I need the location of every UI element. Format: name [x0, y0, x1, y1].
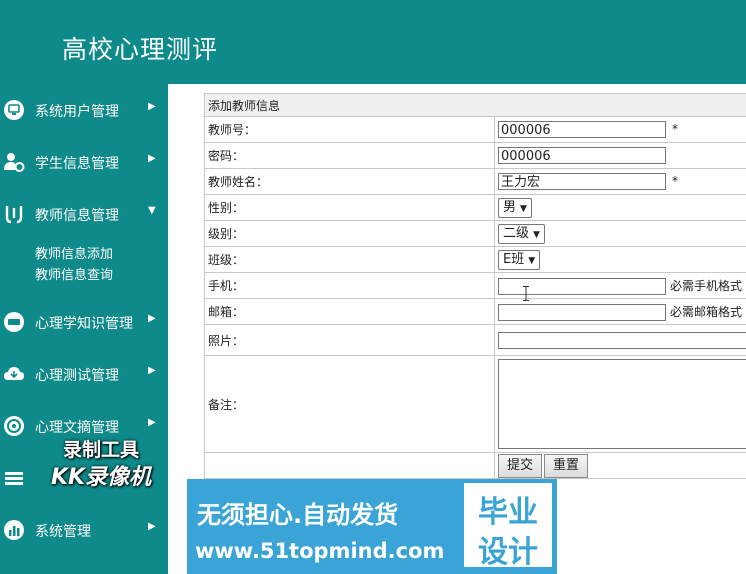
teacher-no-label: 教师号：	[204, 116, 495, 143]
email-input[interactable]	[498, 303, 666, 321]
recorder-line1: 录制工具	[62, 439, 139, 461]
recorder-line2: KK录像机	[50, 465, 152, 490]
required-mark: *	[672, 174, 678, 188]
banner-line1: 无须担心.自动发货	[197, 501, 399, 529]
banner-line2: www.51topmind.com	[195, 539, 445, 563]
chevron-right-icon: ▶	[148, 521, 156, 532]
layers-icon	[5, 472, 23, 485]
class-label: 班级：	[204, 246, 495, 273]
class-value: E班	[503, 251, 525, 267]
sidebar-item-label: 心理文摘管理	[35, 420, 119, 436]
form-caption: 添加教师信息	[204, 93, 746, 117]
user-gear-icon	[4, 153, 25, 172]
sidebar-item-student-info[interactable]: 学生信息管理 ▶	[0, 142, 168, 182]
remark-label: 备注：	[204, 355, 495, 453]
class-select[interactable]: E班 ▼	[498, 249, 541, 270]
sidebar-item-psych-knowledge[interactable]: 心理学知识管理 ▶	[0, 302, 168, 342]
settings-icon	[4, 416, 24, 436]
password-input[interactable]: 000006	[498, 147, 666, 164]
badge-line1: 毕业	[478, 495, 538, 530]
teacher-add-form: 添加教师信息 教师号： 000006 * 密码： 000006 教师姓名： 王力宏…	[204, 93, 746, 479]
sidebar-item-system[interactable]: 系统管理 ▶	[0, 510, 168, 550]
sidebar-item-label: 教师信息管理	[35, 208, 119, 224]
sidebar-item-psych-test[interactable]: 心理测试管理 ▶	[0, 354, 168, 394]
sidebar-item-system-users[interactable]: 系统用户管理 ▶	[0, 90, 168, 130]
app-badge-icon	[4, 312, 24, 332]
chevron-down-icon: ▼	[148, 205, 156, 216]
sidebar-item-label: 系统管理	[35, 524, 91, 540]
app-title: 高校心理测评	[62, 35, 219, 64]
password-label: 密码：	[204, 142, 495, 169]
tools-icon	[5, 206, 23, 224]
reset-button[interactable]: 重置	[544, 453, 589, 478]
level-label: 级别：	[204, 220, 495, 247]
header: 高校心理测评	[0, 0, 746, 84]
recorder-watermark: 录制工具 KK录像机	[34, 437, 168, 497]
chevron-right-icon: ▶	[148, 365, 156, 376]
cloud-icon	[4, 367, 24, 380]
sidebar: 系统用户管理 ▶ 学生信息管理 ▶ 教师信息管理 ▼ 教师信息添加 教师信息查询…	[0, 84, 168, 574]
sidebar-item-label: 心理学知识管理	[35, 316, 133, 332]
remark-textarea[interactable]	[498, 359, 746, 449]
phone-label: 手机：	[204, 272, 495, 299]
email-label: 邮箱：	[204, 298, 495, 325]
level-select[interactable]: 二级 ▼	[498, 223, 545, 244]
photo-input[interactable]	[498, 331, 746, 349]
promo-banner: 无须担心.自动发货 www.51topmind.com 毕业 设计	[187, 479, 557, 574]
sidebar-item-label: 系统用户管理	[35, 104, 119, 120]
photo-label: 照片：	[204, 324, 495, 356]
sidebar-item-label: 学生信息管理	[35, 156, 119, 172]
chevron-right-icon: ▶	[148, 417, 156, 428]
dropdown-arrow-icon: ▼	[528, 255, 536, 266]
badge-line2: 设计	[478, 535, 538, 570]
text-cursor-icon	[523, 286, 529, 301]
phone-hint: 必需手机格式	[670, 278, 743, 293]
required-mark: *	[672, 122, 678, 136]
sidebar-item-teacher-info[interactable]: 教师信息管理 ▼	[0, 194, 168, 234]
gender-label: 性别：	[204, 194, 495, 221]
dropdown-arrow-icon: ▼	[533, 229, 540, 240]
sidebar-item-label: 心理测试管理	[35, 368, 119, 384]
email-hint: 必需邮箱格式	[670, 304, 743, 319]
monitor-icon	[4, 100, 24, 120]
sidebar-subitem-teacher-add[interactable]: 教师信息添加	[35, 243, 113, 262]
teacher-no-input[interactable]: 000006	[498, 121, 666, 138]
chevron-right-icon: ▶	[148, 153, 156, 164]
banner-badge: 毕业 设计	[462, 481, 554, 570]
level-value: 二级	[503, 225, 530, 241]
submit-button[interactable]: 提交	[498, 453, 543, 478]
chevron-right-icon: ▶	[148, 101, 156, 112]
teacher-name-input[interactable]: 王力宏	[498, 173, 666, 190]
sidebar-subitem-teacher-query[interactable]: 教师信息查询	[35, 264, 113, 283]
teacher-name-label: 教师姓名：	[204, 168, 495, 195]
chevron-right-icon: ▶	[148, 313, 156, 324]
bar-chart-icon	[4, 520, 24, 540]
gender-value: 男	[503, 199, 517, 215]
dropdown-arrow-icon: ▼	[520, 203, 527, 214]
gender-select[interactable]: 男 ▼	[498, 197, 532, 218]
buttons-spacer	[204, 452, 495, 479]
